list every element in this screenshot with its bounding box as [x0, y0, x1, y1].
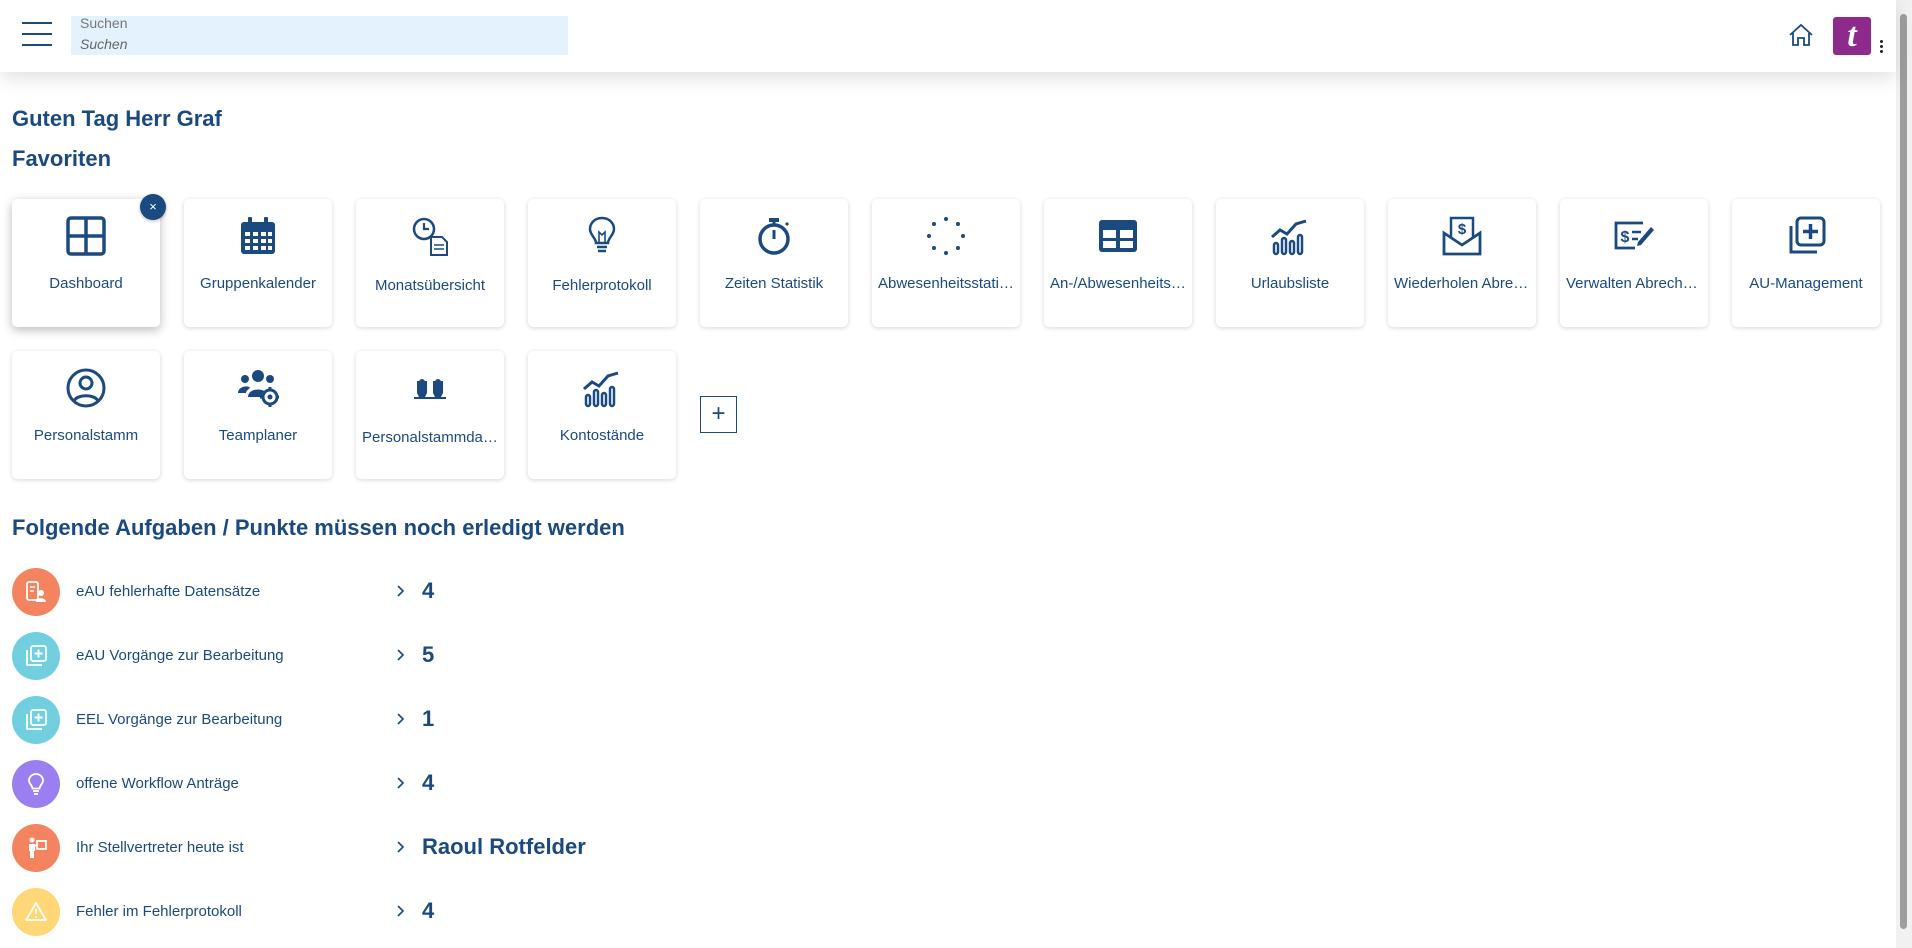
- tile-label: Kontostände: [559, 427, 645, 444]
- tile-label: Personalstammdaten: [362, 429, 498, 446]
- calendar-icon: [241, 217, 275, 254]
- tile-label: Monatsübersicht: [374, 277, 486, 294]
- task-label: Fehler im Fehlerprotokoll: [76, 903, 242, 920]
- add-copy-icon: [12, 696, 60, 744]
- task-count: 4: [422, 770, 435, 795]
- search-input[interactable]: [80, 36, 550, 52]
- tile-kontostaende[interactable]: Kontostände: [528, 351, 676, 479]
- favorites-heading: Favoriten: [12, 146, 112, 171]
- tile-fehlerprotokoll[interactable]: Fehlerprotokoll: [528, 199, 676, 327]
- tile-urlaubsliste[interactable]: Urlaubsliste: [1216, 199, 1364, 327]
- tile-label: Personalstamm: [33, 427, 139, 444]
- task-label: EEL Vorgänge zur Bearbeitung: [76, 711, 283, 728]
- tile-label: Teamplaner: [218, 427, 298, 444]
- chevron-right-icon: [397, 585, 405, 597]
- tile-label: Dashboard: [49, 275, 123, 292]
- search-box-notch: [61, 0, 159, 16]
- tile-teamplaner[interactable]: Teamplaner: [184, 351, 332, 479]
- chevron-right-icon: [397, 841, 405, 853]
- tile-an-abwesenheit[interactable]: An-/Abwesenheitsübersicht: [1044, 199, 1192, 327]
- loading-dots-icon: [927, 217, 965, 255]
- add-copy-icon: [12, 632, 60, 680]
- task-count: 4: [422, 898, 435, 923]
- user-circle-icon: [66, 368, 106, 408]
- chevron-right-icon: [397, 905, 405, 917]
- task-row-fehler[interactable]: Fehler im Fehlerprotokoll 4: [12, 888, 712, 936]
- tile-personalstammdaten[interactable]: Personalstammdaten: [356, 351, 504, 479]
- task-row-eau-vorgaenge[interactable]: eAU Vorgänge zur Bearbeitung 5: [12, 632, 712, 680]
- persons-icon: [414, 379, 446, 399]
- lightbulb-icon: [12, 760, 60, 808]
- stopwatch-icon: [758, 218, 790, 255]
- home-icon[interactable]: [1787, 21, 1815, 49]
- deputy-name: Raoul Rotfelder: [422, 834, 586, 859]
- more-options-icon[interactable]: [1878, 40, 1884, 54]
- table-icon: [1099, 220, 1137, 252]
- task-label: offene Workflow Anträge: [76, 775, 239, 792]
- menu-icon[interactable]: [22, 22, 52, 48]
- payslip-envelope-icon: $: [1442, 216, 1482, 256]
- chevron-right-icon: [397, 777, 405, 789]
- warning-icon: [12, 888, 60, 936]
- tasks-heading: Folgende Aufgaben / Punkte müssen noch e…: [12, 515, 625, 540]
- task-label: eAU fehlerhafte Datensätze: [76, 583, 261, 600]
- chevron-right-icon: [397, 713, 405, 725]
- tile-au-management[interactable]: AU-Management: [1732, 199, 1880, 327]
- task-row-eel-vorgaenge[interactable]: EEL Vorgänge zur Bearbeitung 1: [12, 696, 712, 744]
- add-favorite-button[interactable]: +: [700, 396, 737, 433]
- tile-monatsuebersicht[interactable]: Monatsübersicht: [356, 199, 504, 327]
- tile-label: Wiederholen Abrechnung: [1394, 275, 1530, 292]
- lightbulb-icon: [588, 216, 616, 253]
- tile-label: Abwesenheitsstatistik: [878, 275, 1014, 292]
- scrollbar-thumb[interactable]: [1900, 14, 1907, 929]
- task-count: 1: [422, 706, 435, 731]
- search-label: Suchen: [80, 15, 128, 31]
- tile-abwesenheitsstatistik[interactable]: Abwesenheitsstatistik: [872, 199, 1020, 327]
- task-row-eau-fehlerhaft[interactable]: eAU fehlerhafte Datensätze 4: [12, 568, 712, 616]
- chevron-right-icon: [397, 649, 405, 661]
- chart-icon: [1271, 219, 1307, 256]
- clock-document-icon: [412, 217, 448, 256]
- task-label: eAU Vorgänge zur Bearbeitung: [76, 647, 284, 664]
- tile-label: Zeiten Statistik: [724, 275, 824, 292]
- top-bar: Suchen t: [0, 0, 1896, 72]
- tile-personalstamm[interactable]: Personalstamm: [12, 351, 160, 479]
- tile-dashboard[interactable]: Dashboard: [12, 199, 160, 327]
- tile-label: Fehlerprotokoll: [552, 277, 652, 294]
- tile-label: Gruppenkalender: [200, 275, 316, 292]
- task-count: 5: [422, 642, 435, 667]
- svg-text:$: $: [1458, 221, 1467, 238]
- svg-text:$: $: [1621, 229, 1630, 246]
- remove-favorite-button[interactable]: ×: [140, 194, 166, 220]
- task-row-workflow[interactable]: offene Workflow Anträge 4: [12, 760, 712, 808]
- check-edit-icon: $: [1614, 221, 1654, 250]
- add-copy-icon: [1789, 216, 1826, 254]
- tile-label: Verwalten Abrechnung: [1566, 275, 1702, 292]
- app-logo[interactable]: t: [1833, 17, 1871, 55]
- tile-zeiten-statistik[interactable]: Zeiten Statistik: [700, 199, 848, 327]
- task-row-stellvertreter[interactable]: Ihr Stellvertreter heute ist Raoul Rotfe…: [12, 824, 712, 872]
- vertical-scrollbar[interactable]: [1896, 0, 1912, 948]
- tile-gruppenkalender[interactable]: Gruppenkalender: [184, 199, 332, 327]
- tile-label: An-/Abwesenheitsübersicht: [1050, 275, 1186, 292]
- dashboard-icon: [66, 216, 106, 256]
- greeting-heading: Guten Tag Herr Graf: [12, 106, 222, 131]
- task-count: 4: [422, 578, 435, 603]
- id-card-icon: [12, 568, 60, 616]
- tile-label: Urlaubsliste: [1250, 275, 1330, 292]
- chart-icon: [583, 371, 619, 408]
- person-board-icon: [12, 824, 60, 872]
- task-label: Ihr Stellvertreter heute ist: [76, 839, 244, 856]
- tile-wiederholen-abrechnung[interactable]: $ Wiederholen Abrechnung: [1388, 199, 1536, 327]
- team-gear-icon: [238, 370, 279, 407]
- tile-label: AU-Management: [1749, 275, 1863, 292]
- tile-verwalten-abrechnung[interactable]: $ Verwalten Abrechnung: [1560, 199, 1708, 327]
